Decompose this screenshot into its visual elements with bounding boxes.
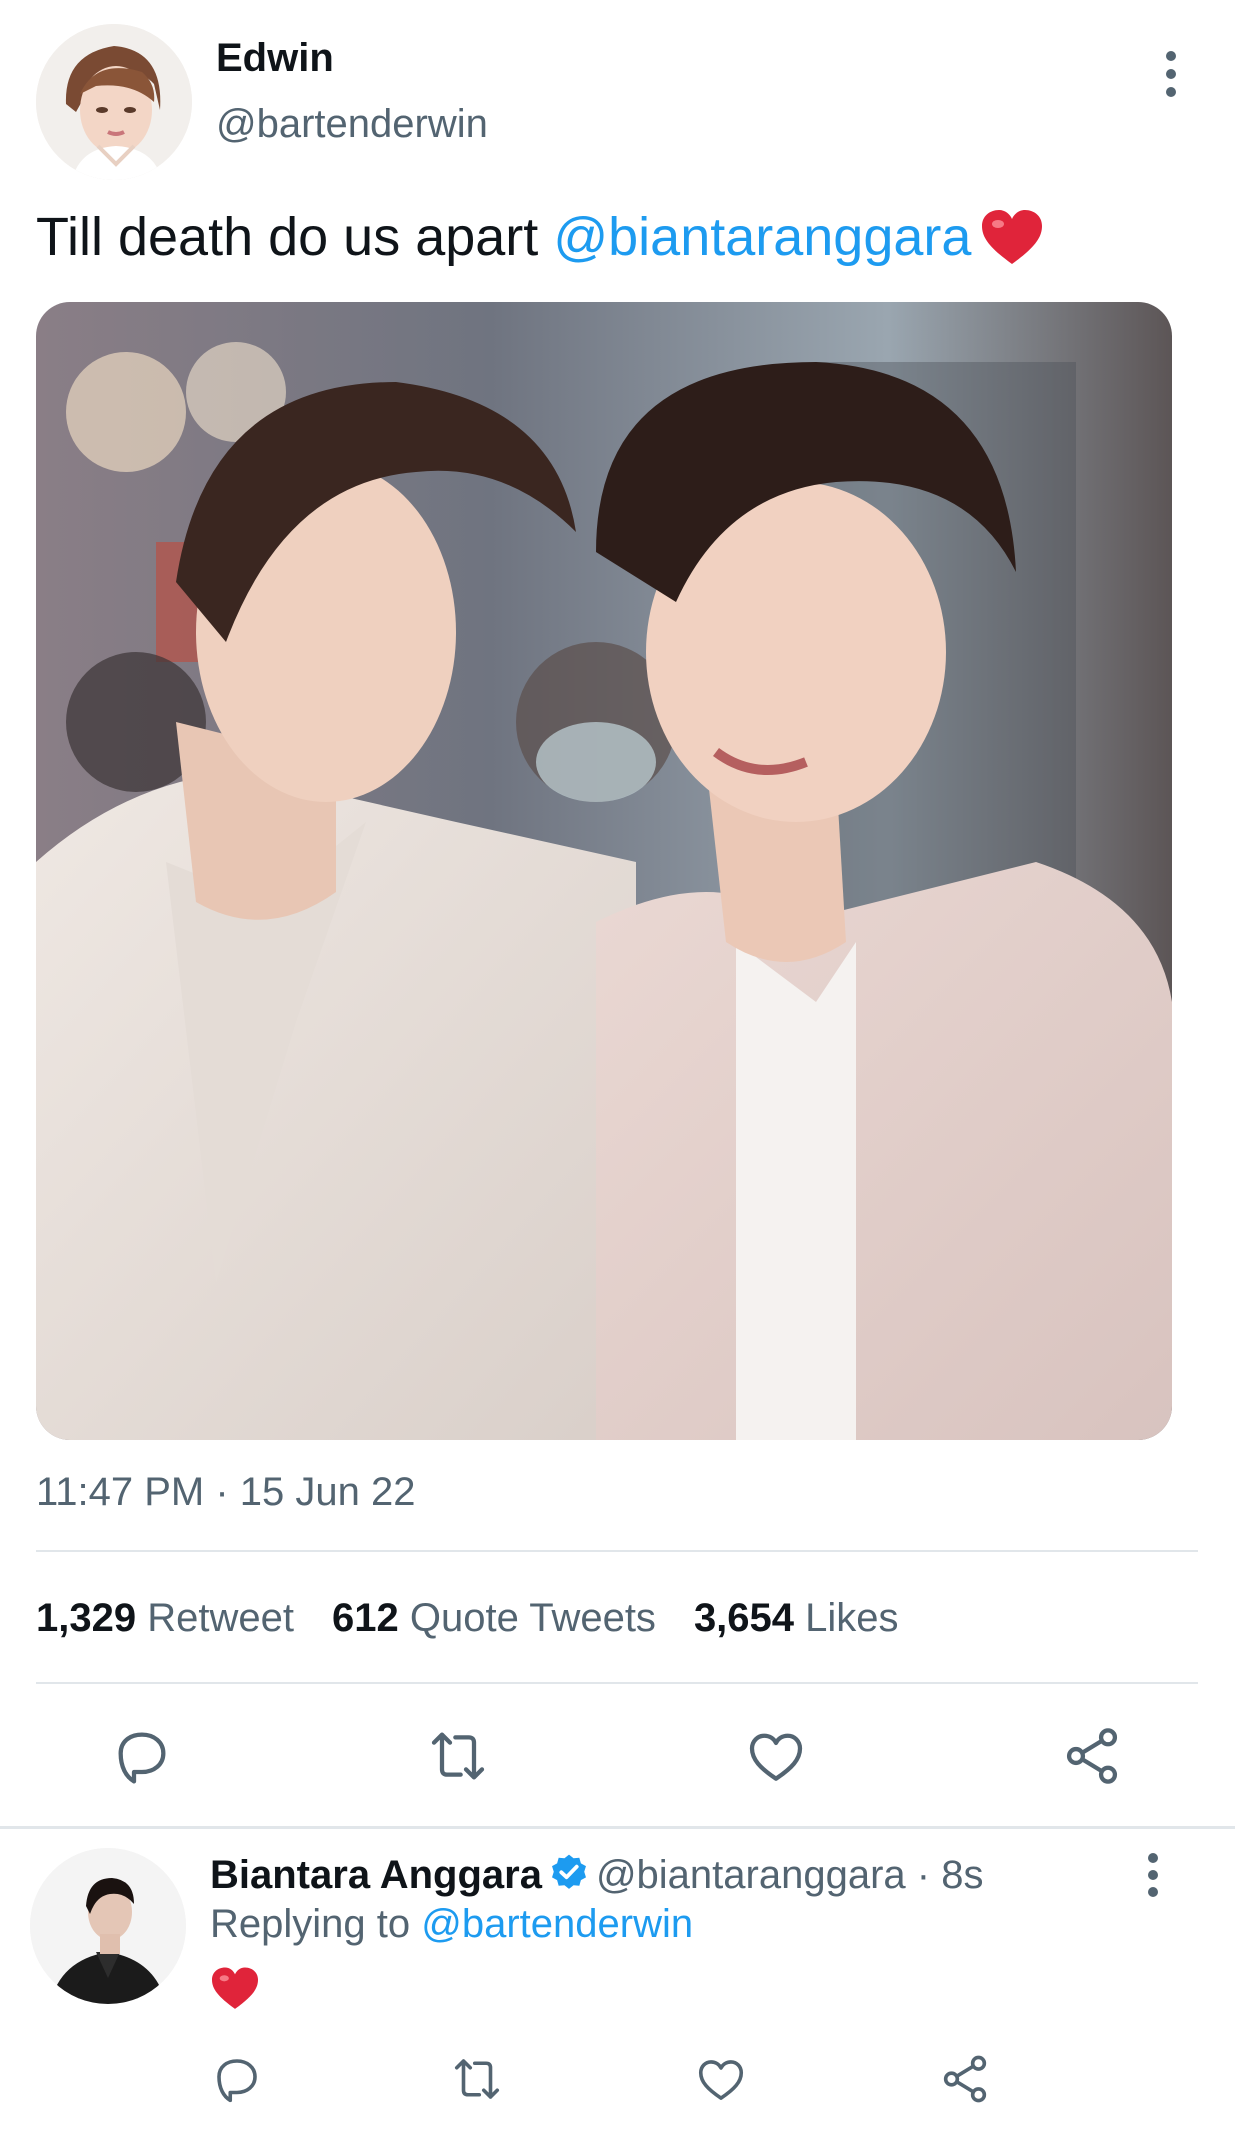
reply-author-name[interactable]: Biantara Anggara	[210, 1853, 542, 1897]
heart-outline-icon[interactable]	[694, 2052, 748, 2106]
likes-count: 3,654	[693, 1596, 795, 1640]
retweets-label: Retweet	[147, 1596, 294, 1640]
quote-tweets-count: 612	[331, 1596, 399, 1640]
reply-author-avatar-image	[30, 1848, 186, 2004]
tweet-photo-image	[36, 302, 1172, 1440]
reply-icon[interactable]	[110, 1724, 174, 1788]
reply-icon[interactable]	[210, 2052, 264, 2106]
tweet-timestamp[interactable]: 11:47 PM · 15 Jun 22	[36, 1470, 416, 1515]
reply-header: Biantara Anggara @biantaranggara · 8s	[210, 1852, 983, 1898]
retweet-icon[interactable]	[426, 1724, 490, 1788]
verified-badge-icon	[548, 1852, 590, 1894]
replying-to-label: Replying to	[210, 1902, 422, 1946]
retweet-icon[interactable]	[450, 2052, 504, 2106]
quote-tweets-label: Quote Tweets	[409, 1596, 656, 1640]
reply-author-avatar[interactable]	[30, 1848, 186, 2004]
likes-stat[interactable]: 3,654 Likes	[694, 1596, 899, 1640]
author-avatar[interactable]	[36, 24, 192, 180]
likes-label: Likes	[805, 1596, 899, 1640]
tweet-photo[interactable]	[36, 302, 1172, 1440]
divider	[36, 1682, 1198, 1684]
replying-to-link[interactable]: @bartenderwin	[421, 1902, 693, 1946]
author-avatar-image	[36, 24, 192, 180]
tweet-mention-link[interactable]: @biantaranggara	[553, 207, 971, 267]
tweet-text: Till death do us apart @biantaranggara	[36, 206, 971, 268]
tweet-detail-page: Edwin @bartenderwin Till death do us apa…	[0, 0, 1235, 2130]
section-divider	[0, 1826, 1235, 1829]
divider	[36, 1550, 1198, 1552]
red-heart-emoji-icon	[980, 208, 1044, 268]
author-handle[interactable]: @bartenderwin	[216, 102, 488, 147]
reply-author-handle[interactable]: @biantaranggara	[596, 1853, 906, 1897]
retweets-count: 1,329	[36, 1596, 137, 1640]
more-vertical-icon[interactable]	[1130, 1850, 1176, 1900]
share-icon[interactable]	[938, 2052, 992, 2106]
red-heart-emoji-icon	[210, 1966, 260, 2012]
share-icon[interactable]	[1060, 1724, 1124, 1788]
tweet-text-body: Till death do us apart	[36, 207, 554, 267]
tweet-engagement-stats: 1,329 Retweet 612 Quote Tweets 3,654 Likes	[36, 1596, 899, 1641]
reply-time[interactable]: 8s	[941, 1853, 983, 1897]
more-vertical-icon[interactable]	[1148, 48, 1194, 100]
quote-tweets-stat[interactable]: 612 Quote Tweets	[332, 1596, 656, 1640]
reply-separator: ·	[905, 1853, 942, 1897]
replying-to-line: Replying to @bartenderwin	[210, 1902, 693, 1947]
heart-outline-icon[interactable]	[744, 1724, 808, 1788]
author-display-name[interactable]: Edwin	[216, 36, 334, 81]
retweets-stat[interactable]: 1,329 Retweet	[36, 1596, 294, 1640]
